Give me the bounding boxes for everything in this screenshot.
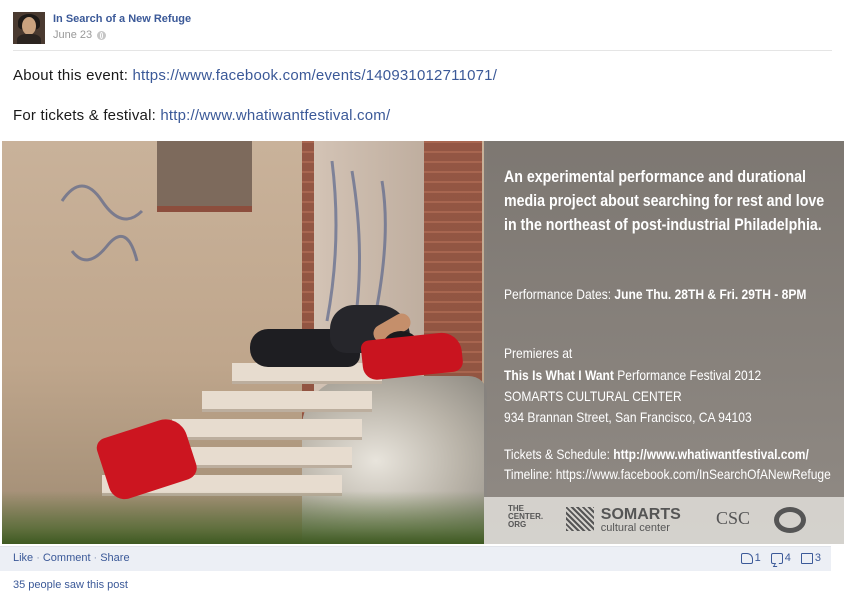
separator: · — [93, 552, 98, 564]
poster-tickets-block: Tickets & Schedule: http://www.whatiwant… — [504, 444, 831, 484]
post-actions: Like · Comment · Share — [13, 552, 130, 564]
seen-count-link[interactable]: 35 people saw this post — [13, 579, 128, 591]
tickets-label: For tickets & festival: — [13, 107, 161, 124]
likes-count: 1 — [754, 552, 761, 564]
post-date[interactable]: June 23 — [53, 29, 92, 41]
post-action-bar: Like · Comment · Share 1 4 3 — [0, 546, 831, 571]
step — [172, 419, 362, 440]
q-logo — [774, 507, 806, 533]
photo-grass — [2, 491, 487, 544]
festival-rest: Performance Festival 2012 — [613, 367, 762, 383]
poster-headline: An experimental performance and duration… — [504, 168, 825, 234]
somarts-logo-mark — [566, 507, 594, 531]
separator: · — [36, 552, 40, 564]
tickets-label: Tickets & Schedule: — [504, 446, 614, 462]
post-photo[interactable]: An experimental performance and duration… — [2, 141, 844, 544]
avatar-body — [17, 34, 41, 44]
post-header: In Search of a New Refuge June 23 — [13, 12, 832, 46]
venue-name: SOMARTS CULTURAL CENTER — [504, 388, 682, 404]
step — [202, 391, 372, 412]
post-meta: June 23 — [53, 29, 107, 41]
timeline-line: Timeline: https://www.facebook.com/InSea… — [504, 466, 831, 482]
tickets-line: Tickets & Schedule: http://www.whatiwant… — [504, 444, 831, 464]
somarts-logo-text: SOMARTS — [600, 506, 681, 523]
post-text-line-1: About this event: https://www.facebook.c… — [13, 67, 497, 84]
thumbs-up-icon — [740, 552, 753, 564]
comment-link[interactable]: Comment — [43, 552, 91, 564]
like-link[interactable]: Like — [13, 552, 33, 564]
event-link[interactable]: https://www.facebook.com/events/14093101… — [133, 67, 498, 84]
share-icon — [800, 552, 813, 564]
likes-count-button[interactable]: 1 — [740, 552, 761, 564]
festival-line: This Is What I Want Performance Festival… — [504, 365, 761, 386]
poster-overlay: An experimental performance and duration… — [484, 141, 844, 544]
globe-icon[interactable] — [97, 30, 107, 40]
tickets-url: http://www.whatiwantfestival.com/ — [613, 446, 809, 462]
csc-logo: CSC — [716, 508, 751, 528]
poster-dates: Performance Dates: June Thu. 28TH & Fri.… — [504, 286, 806, 302]
poster-premieres: Premieres at — [504, 345, 573, 361]
poster-venue-block: This Is What I Want Performance Festival… — [504, 365, 761, 428]
somarts-logo: SOMARTS cultural center — [566, 507, 681, 534]
share-link[interactable]: Share — [100, 552, 129, 564]
shares-count: 3 — [814, 552, 821, 564]
shares-count-button[interactable]: 3 — [800, 552, 821, 564]
avatar[interactable] — [13, 12, 45, 44]
comments-count: 4 — [784, 552, 791, 564]
the-center-logo: THE CENTER. ORG — [508, 504, 544, 529]
post-text-line-2: For tickets & festival: http://www.whati… — [13, 107, 390, 124]
sponsor-logos: THE CENTER. ORG SOMARTS cultural center … — [484, 497, 844, 544]
comment-icon — [770, 552, 783, 564]
somarts-logo-subtext: cultural center — [600, 522, 670, 534]
dates-value: June Thu. 28TH & Fri. 29TH - 8PM — [614, 286, 807, 302]
post-counts: 1 4 3 — [740, 552, 821, 564]
festival-name: This Is What I Want — [504, 367, 614, 383]
header-divider — [13, 50, 832, 51]
author-name-link[interactable]: In Search of a New Refuge — [53, 13, 191, 25]
comments-count-button[interactable]: 4 — [770, 552, 791, 564]
avatar-face — [22, 17, 36, 35]
festival-link[interactable]: http://www.whatiwantfestival.com/ — [160, 107, 390, 124]
event-label: About this event: — [13, 67, 133, 84]
dates-label: Performance Dates: — [504, 286, 615, 302]
venue-address: 934 Brannan Street, San Francisco, CA 94… — [504, 409, 752, 425]
